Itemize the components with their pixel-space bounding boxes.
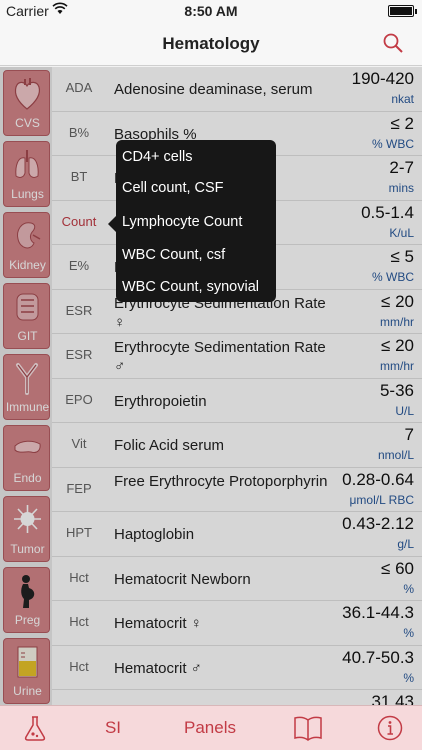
- tab-info[interactable]: [360, 706, 420, 750]
- flask-icon: [24, 716, 46, 741]
- book-icon: [293, 716, 322, 741]
- popover-item-cell-count-csf[interactable]: Cell count, CSF: [122, 180, 272, 210]
- status-bar: Carrier 8:50 AM: [0, 0, 422, 22]
- search-icon[interactable]: [382, 32, 404, 54]
- popover-item-cd4-cells[interactable]: CD4+ cells: [122, 149, 272, 179]
- tab-reference[interactable]: [280, 706, 335, 750]
- popover-item-wbc-count-synovial[interactable]: WBC Count, synovial: [122, 279, 272, 309]
- tab-label: Panels: [184, 718, 236, 737]
- popover-item-lymphocyte-count[interactable]: Lymphocyte Count: [122, 214, 272, 244]
- tab-bar: SI Panels: [0, 705, 422, 750]
- clock: 8:50 AM: [184, 3, 238, 19]
- navigation-bar: Hematology: [0, 22, 422, 66]
- tab-lab[interactable]: [0, 706, 70, 750]
- page-title: Hematology: [162, 34, 260, 53]
- count-popover-menu: CD4+ cells Cell count, CSF Lymphocyte Co…: [108, 140, 276, 302]
- tab-panels[interactable]: Panels: [170, 706, 250, 750]
- tab-label: SI: [104, 718, 122, 737]
- popover-item-wbc-count-csf[interactable]: WBC Count, csf: [122, 247, 272, 277]
- battery-icon: [388, 5, 417, 17]
- info-icon: [377, 715, 403, 741]
- tab-si[interactable]: SI: [78, 706, 148, 750]
